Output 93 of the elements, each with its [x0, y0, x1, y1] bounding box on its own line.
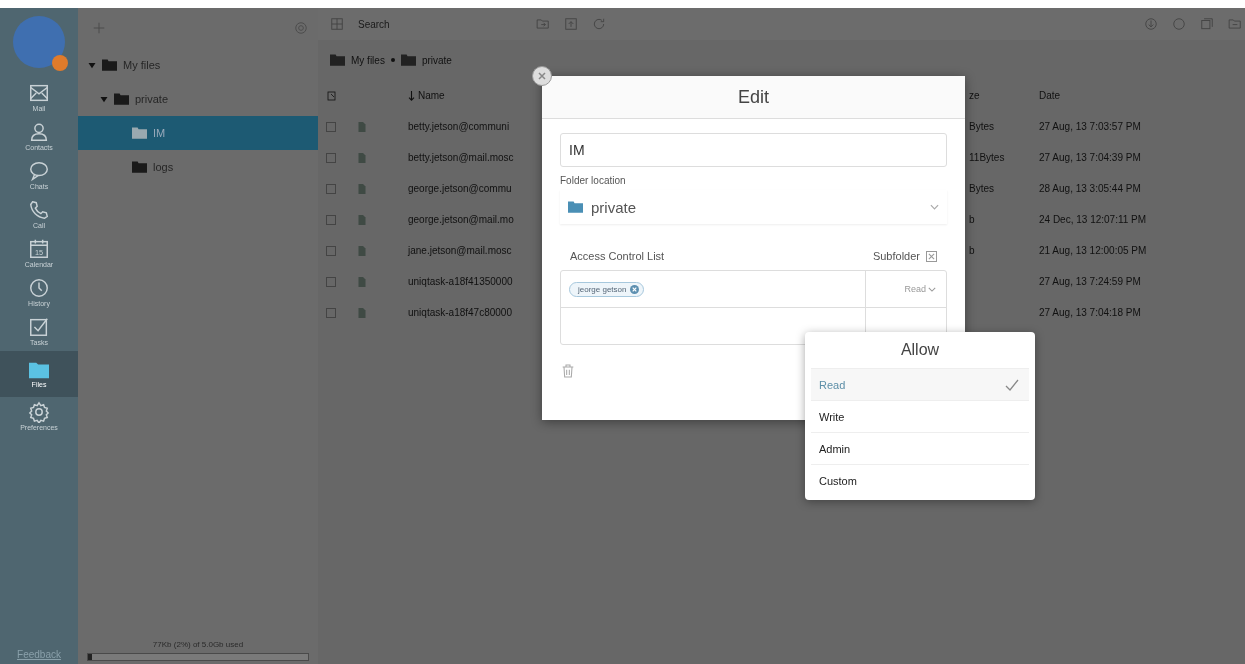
- subfolder-checkbox[interactable]: [926, 250, 937, 262]
- row-checkbox[interactable]: [326, 152, 336, 163]
- column-header[interactable]: Name: [418, 90, 445, 101]
- file-size: Bytes: [969, 183, 994, 194]
- file-name[interactable]: george.jetson@mail.mo: [408, 214, 514, 225]
- expand-caret-icon[interactable]: [100, 95, 108, 103]
- chevron-down-icon: [930, 204, 939, 210]
- popover-title: Allow: [900, 341, 940, 359]
- file-date: 27 Aug, 13 7:04:18 PM: [1039, 307, 1141, 318]
- select-all-icon: [326, 89, 338, 102]
- file-date: 21 Aug, 13 12:00:05 PM: [1039, 245, 1147, 256]
- file-name[interactable]: uniqtask-a18f41350000: [408, 276, 513, 287]
- settings-icon[interactable]: [294, 21, 308, 35]
- field-label: Access Control List: [570, 250, 665, 262]
- file-date: 24 Dec, 13 12:07:11 PM: [1039, 214, 1147, 225]
- file-size: b: [969, 245, 975, 256]
- file-icon: [356, 150, 368, 165]
- file-name[interactable]: george.jetson@commu: [408, 183, 512, 194]
- tree-item[interactable]: My files: [78, 48, 318, 82]
- expand-caret-icon[interactable]: [88, 61, 96, 69]
- download-icon[interactable]: [1144, 17, 1158, 31]
- file-icon: [356, 119, 368, 134]
- file-name[interactable]: betty.jetson@mail.mosc: [408, 152, 514, 163]
- gear-icon: [28, 401, 50, 423]
- trash-icon[interactable]: [560, 363, 576, 379]
- upload-icon[interactable]: [564, 17, 578, 31]
- file-name[interactable]: jane.jetson@mail.mosc: [408, 245, 512, 256]
- breadcrumb-link[interactable]: My files: [351, 54, 385, 66]
- person-icon: [28, 121, 50, 143]
- row-checkbox[interactable]: [326, 276, 336, 287]
- file-icon: [356, 243, 368, 258]
- row-checkbox[interactable]: [326, 121, 336, 132]
- search-field[interactable]: Search: [358, 18, 508, 30]
- file-date: 27 Aug, 13 7:04:39 PM: [1039, 152, 1141, 163]
- folder-location-select[interactable]: private: [560, 190, 947, 224]
- tree-item[interactable]: logs: [78, 150, 318, 184]
- mail-icon: [28, 82, 50, 104]
- field-label: Subfolder: [872, 250, 920, 262]
- folder-icon: [400, 54, 416, 66]
- phone-icon: [28, 199, 50, 221]
- feedback-link[interactable]: Feedback: [0, 649, 78, 664]
- status-badge: [52, 55, 68, 71]
- file-date: 27 Aug, 13 7:24:59 PM: [1039, 276, 1141, 287]
- file-icon: [356, 305, 368, 320]
- remove-icon[interactable]: [630, 284, 640, 294]
- permission-option[interactable]: Read: [811, 368, 1029, 400]
- row-checkbox[interactable]: [326, 307, 336, 318]
- file-date: 28 Aug, 13 3:05:44 PM: [1039, 183, 1141, 194]
- folder-icon: [102, 59, 117, 71]
- file-icon: [356, 181, 368, 196]
- copy-icon[interactable]: [1200, 17, 1214, 31]
- folder-arrow-icon[interactable]: [536, 17, 550, 31]
- file-name[interactable]: betty.jetson@communi: [408, 121, 510, 132]
- folder-icon: [28, 360, 50, 380]
- folder-icon: [132, 127, 147, 139]
- clock-icon: [28, 277, 50, 299]
- folder-icon: [114, 93, 129, 105]
- file-name[interactable]: uniqtask-a18f47c80000: [408, 307, 512, 318]
- row-checkbox[interactable]: [326, 214, 336, 225]
- avatar-picture[interactable]: [13, 16, 65, 68]
- checkbox-icon: [28, 316, 50, 338]
- dialog-title: Edit: [738, 86, 769, 108]
- permission-dropdown[interactable]: Read: [866, 271, 946, 307]
- calendar-icon: 15: [28, 238, 50, 260]
- folder-icon: [330, 54, 345, 66]
- file-size: 11Bytes: [969, 152, 1005, 163]
- file-size: b: [969, 214, 975, 225]
- row-checkbox[interactable]: [326, 245, 336, 256]
- circle-icon[interactable]: [1172, 17, 1186, 31]
- checkmark-icon: [1005, 378, 1019, 391]
- folder-icon: [132, 161, 147, 173]
- folder-icon: [568, 201, 583, 213]
- folder-name-field[interactable]: IM: [560, 133, 947, 167]
- chat-bubble-icon: [28, 160, 50, 182]
- breadcrumb-link[interactable]: private: [421, 54, 452, 66]
- column-header[interactable]: Date: [1039, 90, 1061, 101]
- row-checkbox[interactable]: [326, 183, 336, 194]
- field-label: Folder location: [560, 175, 627, 186]
- file-icon: [356, 274, 368, 289]
- separator-dot-icon: [390, 58, 395, 62]
- refresh-icon[interactable]: [592, 17, 606, 31]
- file-size: Bytes: [969, 121, 994, 132]
- file-date: 27 Aug, 13 7:03:57 PM: [1039, 121, 1141, 132]
- caret-icon: [928, 286, 936, 292]
- layout-icon[interactable]: [330, 17, 344, 31]
- file-icon: [356, 212, 368, 227]
- plus-icon[interactable]: [92, 21, 106, 35]
- sort-arrow-icon[interactable]: [408, 90, 415, 101]
- tree-item[interactable]: IM: [78, 116, 318, 150]
- move-folder-icon[interactable]: [1228, 17, 1242, 31]
- column-header[interactable]: ze: [969, 90, 980, 101]
- user-tag[interactable]: jeorge getson: [569, 281, 645, 297]
- tree-item[interactable]: private: [78, 82, 318, 116]
